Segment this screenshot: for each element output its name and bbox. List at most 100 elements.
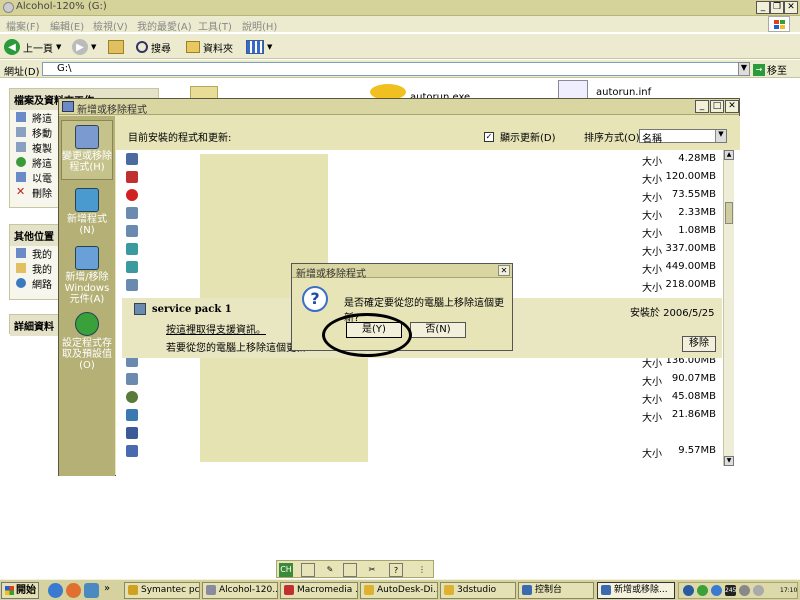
menu-help[interactable]: 說明(H) (242, 18, 277, 33)
system-tray: 245 17:10 (678, 582, 798, 599)
arp-title: 新增或移除程式 (77, 105, 147, 116)
taskbar-item-autodesk[interactable]: AutoDesk-Di... (360, 582, 438, 599)
installed-on-text: 安裝於 2006/5/25 (630, 308, 715, 319)
address-input[interactable]: G:\ (42, 62, 746, 76)
dialog-close-button[interactable]: ✕ (498, 265, 510, 276)
forward-button[interactable]: ▶ ▼ (72, 38, 96, 56)
address-dropdown-icon[interactable]: ▼ (738, 62, 750, 76)
program-icon (126, 391, 138, 403)
program-icon (126, 153, 138, 165)
menu-view[interactable]: 檢視(V) (93, 18, 128, 33)
menu-edit[interactable]: 編輯(E) (50, 18, 84, 33)
windows-logo-icon (768, 16, 790, 32)
program-icon (126, 189, 138, 201)
sidebar-change-remove[interactable]: 變更或移除程式(H) (61, 120, 113, 180)
folders-icon (186, 41, 200, 53)
start-button[interactable]: 開始 (1, 582, 39, 599)
quicklaunch-more-icon[interactable]: » (104, 583, 110, 594)
minimize-button[interactable]: _ (756, 1, 770, 14)
show-updates-toggle[interactable]: ✓ 顯示更新(D) (484, 129, 556, 144)
scroll-down-icon[interactable]: ▼ (724, 456, 734, 466)
redacted-area (200, 358, 368, 462)
go-button[interactable]: → 移至 (753, 62, 787, 77)
current-programs-label: 目前安裝的程式和更新: (128, 133, 232, 144)
sidebar-windows-components[interactable]: 新增/移除Windows元件(A) (61, 246, 113, 305)
tray-icon[interactable] (711, 585, 722, 596)
taskbar-item-add-remove[interactable]: 新增或移除... (597, 582, 675, 599)
arp-minimize-button[interactable]: _ (695, 100, 709, 113)
address-bar: 網址(D) G:\ ▼ → 移至 (0, 60, 800, 78)
tray-icon[interactable] (683, 585, 694, 596)
sidebar-add-new[interactable]: 新增程式(N) (61, 188, 113, 236)
arp-title-bar[interactable]: 新增或移除程式 _ □ ✕ (59, 99, 739, 116)
chevron-down-icon: ▼ (715, 130, 726, 142)
tray-number-icon[interactable]: 245 (725, 585, 736, 596)
support-info-link[interactable]: 按這裡取得支援資訊。 (166, 321, 266, 336)
tray-icon[interactable] (739, 585, 750, 596)
search-icon (136, 41, 148, 53)
cd-drive-icon (3, 2, 14, 13)
quicklaunch-icon[interactable] (84, 583, 99, 598)
program-icon (126, 409, 138, 421)
show-updates-checkbox[interactable]: ✓ (484, 131, 494, 142)
ime-pad-icon[interactable] (343, 563, 357, 577)
program-access-icon (75, 312, 99, 336)
program-icon (126, 207, 138, 219)
internet-explorer-icon[interactable] (48, 583, 63, 598)
language-indicator[interactable]: CH (279, 563, 293, 577)
tray-icon[interactable] (697, 585, 708, 596)
tools-icon[interactable]: ✂ (365, 563, 379, 577)
list-scrollbar[interactable]: ▲ ▼ (723, 150, 734, 466)
forward-arrow-icon: ▶ (72, 39, 88, 55)
taskbar: 開始 » Symantec pc... Alcohol-120... Macro… (0, 579, 800, 600)
close-button[interactable]: ✕ (784, 1, 798, 14)
remove-button[interactable]: 移除 (682, 336, 716, 352)
options-icon[interactable]: ⋮ (415, 563, 429, 577)
folders-button[interactable]: 資料夾 (186, 38, 233, 56)
help-icon[interactable]: ? (389, 563, 403, 577)
menu-file[interactable]: 檔案(F) (6, 18, 40, 33)
taskbar-item-macromedia[interactable]: Macromedia ... (280, 582, 358, 599)
dialog-title-bar[interactable]: 新增或移除程式 ✕ (292, 264, 512, 280)
language-bar: CH ✎ ✂ ? ⋮ (276, 560, 434, 578)
sort-select[interactable]: 名稱 ▼ (639, 129, 727, 145)
views-grid-icon (246, 40, 264, 54)
up-folder-button[interactable] (108, 38, 124, 56)
dialog-title: 新增或移除程式 (296, 269, 366, 280)
list-header: 目前安裝的程式和更新: ✓ 顯示更新(D) 排序方式(O): 名稱 ▼ (116, 116, 740, 150)
menu-tools[interactable]: 工具(T) (198, 18, 232, 33)
quicklaunch-icon[interactable] (66, 583, 81, 598)
pen-icon[interactable]: ✎ (323, 563, 337, 577)
arp-window-icon (62, 101, 74, 112)
update-icon (134, 303, 146, 315)
program-icon (126, 373, 138, 385)
selected-program-name: service pack 1 (152, 304, 232, 315)
search-button[interactable]: 搜尋 (136, 38, 171, 56)
taskbar-item-control-panel[interactable]: 控制台 (518, 582, 594, 599)
arp-close-button[interactable]: ✕ (725, 100, 739, 113)
scroll-up-icon[interactable]: ▲ (724, 150, 734, 160)
views-button[interactable]: ▼ (246, 38, 272, 56)
file-label-autorun-inf[interactable]: autorun.inf (596, 87, 651, 98)
menu-bar: 檔案(F) 編輯(E) 檢視(V) 我的最愛(A) 工具(T) 說明(H) (0, 16, 800, 33)
clock[interactable]: 17:10 (780, 585, 797, 596)
back-arrow-icon: ◀ (4, 39, 20, 55)
no-button[interactable]: 否(N) (410, 322, 466, 338)
taskbar-item-alcohol[interactable]: Alcohol-120... (202, 582, 278, 599)
restore-button[interactable]: ❐ (770, 1, 784, 14)
explorer-title-bar[interactable]: Alcohol-120% (G:) _ ❐ ✕ (0, 0, 800, 16)
address-label: 網址(D) (4, 67, 40, 78)
taskbar-item-3dstudio[interactable]: 3dstudio (440, 582, 516, 599)
keyboard-icon[interactable] (301, 563, 315, 577)
taskbar-item-symantec[interactable]: Symantec pc... (124, 582, 200, 599)
tray-icon[interactable] (753, 585, 764, 596)
back-button[interactable]: ◀ 上一頁 ▼ (4, 38, 61, 56)
change-remove-programs-icon (75, 125, 99, 149)
sidebar-program-access[interactable]: 設定程式存取及預設值(O) (61, 312, 113, 371)
question-icon: ? (302, 286, 328, 312)
arp-maximize-button[interactable]: □ (710, 100, 724, 113)
program-icon (126, 427, 138, 439)
scroll-thumb[interactable] (725, 202, 733, 224)
program-icon (126, 261, 138, 273)
menu-favorites[interactable]: 我的最愛(A) (137, 18, 192, 33)
